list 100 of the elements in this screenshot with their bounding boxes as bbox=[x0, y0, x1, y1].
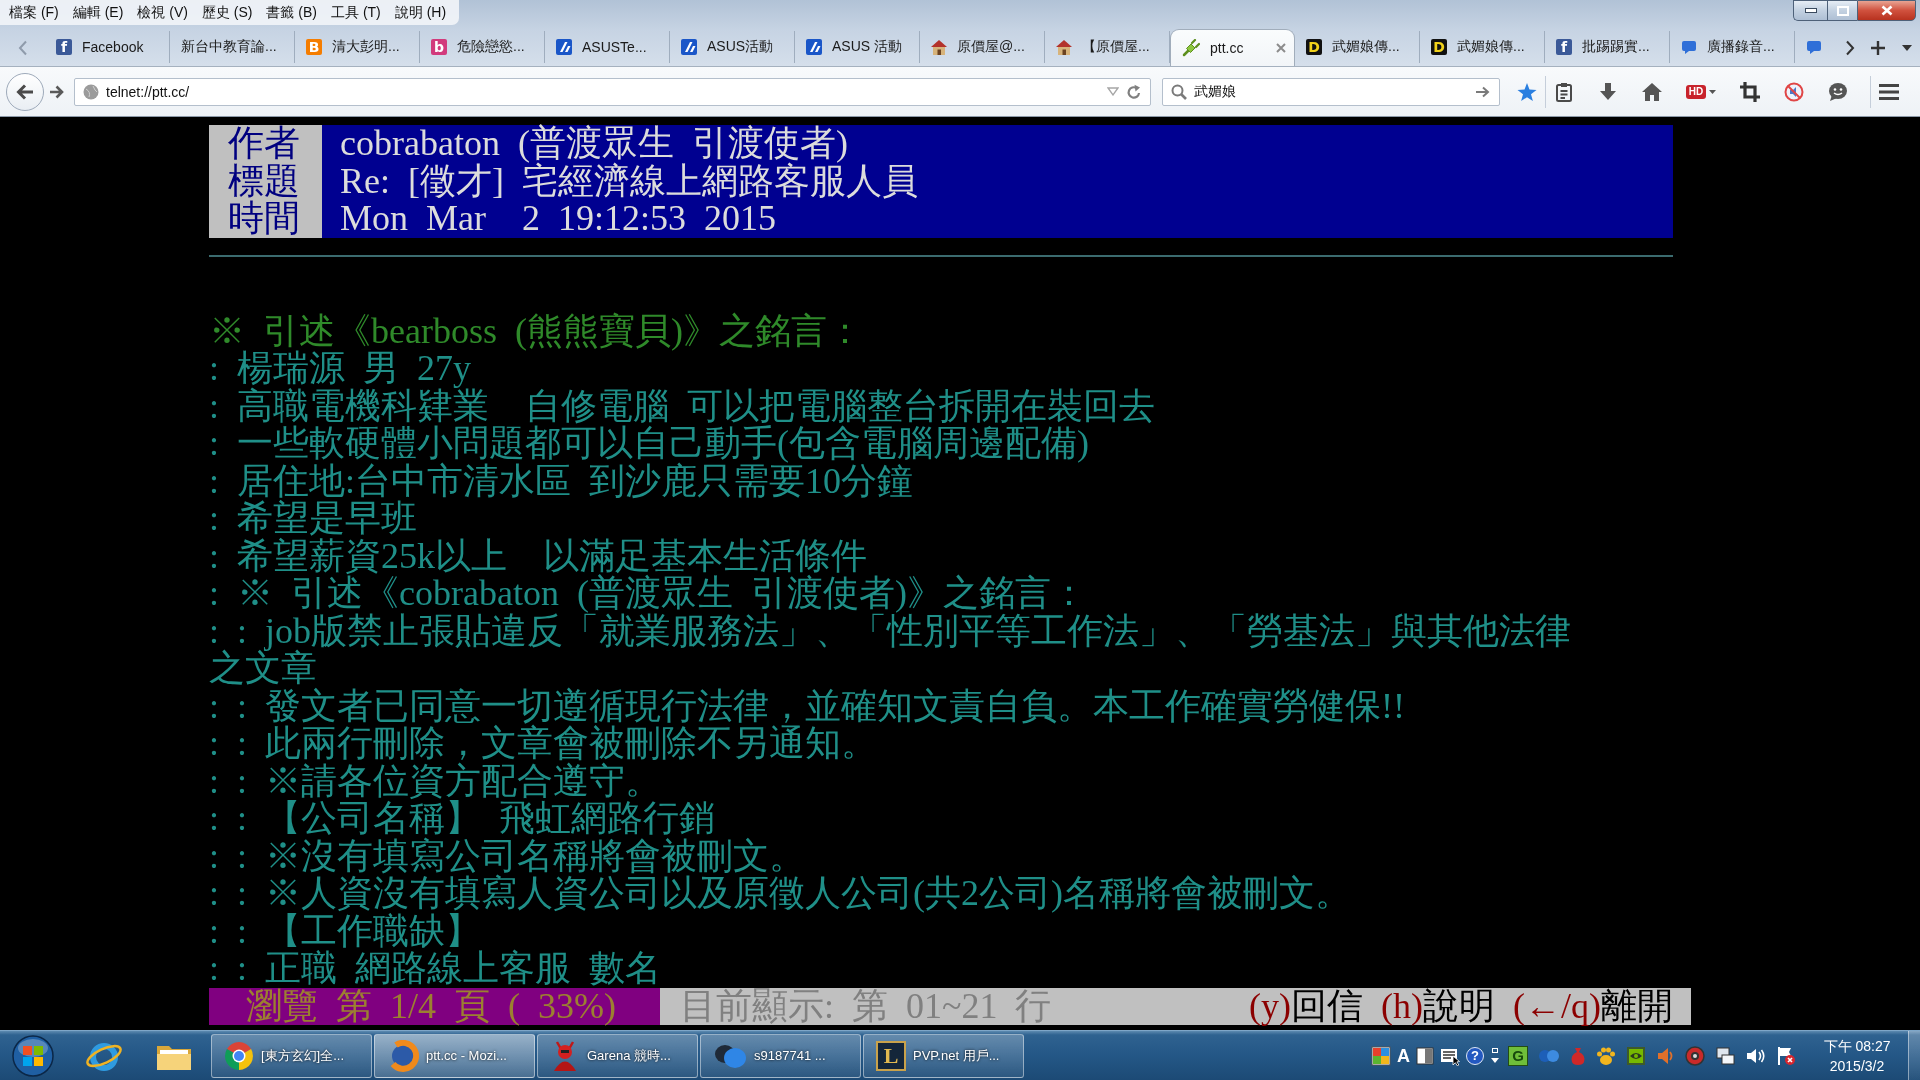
close-icon[interactable] bbox=[1276, 43, 1286, 53]
article-line: : : 發文者已同意一切遵循現行法律，並確知文責自負。本工作確實勞健保!! bbox=[209, 687, 1405, 725]
menu-item[interactable]: 說明 (H) bbox=[387, 3, 454, 22]
plug-icon bbox=[1182, 39, 1200, 57]
minimize-button[interactable] bbox=[1793, 0, 1827, 21]
browser-tab[interactable]: 原價屋@... bbox=[920, 31, 1045, 63]
menu-item[interactable]: 檢視 (V) bbox=[130, 3, 195, 22]
search-icon bbox=[1171, 83, 1187, 100]
home-icon[interactable] bbox=[1641, 81, 1663, 102]
browser-tab[interactable]: B 清大彭明... bbox=[295, 31, 420, 63]
chat-bubbles-icon bbox=[713, 1042, 747, 1069]
forward-arrow-icon[interactable] bbox=[49, 83, 65, 100]
article-line: : ※ 引述《cobrabaton (普渡眾生 引渡使者)》之銘言： bbox=[209, 575, 1087, 613]
taskbar-button[interactable]: Garena 競時... bbox=[537, 1033, 698, 1078]
eye-tile-icon[interactable] bbox=[1626, 1045, 1646, 1066]
logo-icon: f bbox=[56, 39, 72, 55]
menu-item[interactable]: 歷史 (S) bbox=[194, 3, 260, 22]
maximize-button[interactable] bbox=[1827, 0, 1857, 21]
browser-tab[interactable]: ptt.cc bbox=[1170, 29, 1295, 66]
speech-bubble-icon bbox=[1806, 39, 1822, 55]
browser-tab[interactable]: f 批踢踢實... bbox=[1545, 31, 1670, 63]
clipboard-icon[interactable] bbox=[1555, 81, 1573, 102]
flag-icon[interactable] bbox=[1776, 1045, 1796, 1066]
browser-tab[interactable]: D 武媚娘傳... bbox=[1420, 31, 1545, 63]
blocked-icon[interactable] bbox=[1784, 81, 1804, 102]
close-button[interactable] bbox=[1857, 0, 1916, 21]
page-indicator: 瀏覽 第 1/4 頁 ( 33%) bbox=[209, 987, 660, 1025]
letter-logo-icon: L bbox=[876, 1040, 906, 1071]
article-line: : 希望是早班 bbox=[209, 500, 417, 538]
taskbar-button[interactable]: [東方玄幻]全... bbox=[211, 1033, 372, 1078]
half-square-icon[interactable] bbox=[1416, 1045, 1434, 1066]
taskbar-button[interactable]: s9187741 ... bbox=[700, 1033, 861, 1078]
address-field[interactable]: telnet://ptt.cc/ bbox=[74, 77, 1151, 106]
back-button[interactable] bbox=[6, 72, 44, 111]
speaker-icon[interactable] bbox=[1656, 1045, 1674, 1066]
close-icon bbox=[1880, 5, 1893, 16]
letter-icon[interactable]: A bbox=[1397, 1045, 1410, 1066]
article-line: : 楊瑞源 男 27y bbox=[209, 350, 471, 388]
article-line: : 一些軟硬體小問題都可以自己動手(包含電腦周邊配備) bbox=[209, 425, 1089, 463]
logo-icon: f bbox=[1556, 39, 1572, 55]
article-line: : : 正職 網路線上客服 數名 bbox=[209, 950, 661, 988]
options-icon[interactable] bbox=[1490, 1046, 1500, 1065]
ring-icon[interactable] bbox=[1684, 1044, 1706, 1067]
article-line: : : ※請各位資方配合遵守。 bbox=[209, 762, 661, 800]
header-value: Re: [徵才] 宅經濟線上網路客服人員 bbox=[340, 162, 918, 200]
hd-badge[interactable]: HD bbox=[1685, 84, 1707, 99]
header-label: 作者 bbox=[209, 125, 322, 163]
taskbar-button[interactable]: L PVP.net 用戶... bbox=[863, 1033, 1024, 1078]
search-field[interactable]: 武媚娘 bbox=[1162, 77, 1500, 106]
network-icon[interactable] bbox=[1716, 1045, 1736, 1066]
minimize-icon bbox=[1804, 8, 1817, 13]
article-line: : 希望薪資25k以上 以滿足基本生活條件 bbox=[209, 537, 867, 575]
browser-tab[interactable]: ASUSTe... bbox=[545, 31, 670, 63]
browser-tab[interactable]: 廣播錄音... bbox=[1670, 31, 1795, 63]
help-icon[interactable]: ? bbox=[1466, 1046, 1484, 1065]
chat-icon[interactable] bbox=[1828, 81, 1848, 102]
key-hint: (h)說明 bbox=[1381, 987, 1495, 1025]
reload-icon[interactable] bbox=[1126, 83, 1142, 100]
clock-time: 下午 08:27 bbox=[1823, 1036, 1891, 1056]
letter-tile-icon[interactable]: G bbox=[1508, 1045, 1528, 1066]
logo-icon: b bbox=[431, 39, 447, 55]
menu-item[interactable]: 工具 (T) bbox=[324, 3, 388, 22]
browser-tab[interactable]: 新台中教育論... bbox=[170, 31, 295, 63]
grid-tile-icon[interactable] bbox=[1371, 1045, 1391, 1066]
chevron-right-icon[interactable] bbox=[1845, 40, 1856, 56]
paw-icon[interactable] bbox=[1596, 1045, 1616, 1066]
clock-date: 2015/3/2 bbox=[1829, 1056, 1885, 1076]
plus-icon[interactable] bbox=[1871, 41, 1886, 55]
article-line: : : 此兩行刪除，文章會被刪除不另通知。 bbox=[209, 725, 877, 763]
speech-bubble-icon bbox=[1681, 39, 1697, 55]
browser-tab[interactable]: ASUS活動 bbox=[670, 31, 795, 63]
star-icon[interactable] bbox=[1516, 81, 1538, 102]
menu-icon[interactable] bbox=[1879, 83, 1899, 100]
header-value: Mon Mar 2 19:12:53 2015 bbox=[340, 200, 776, 238]
menu-item[interactable]: 編輯 (E) bbox=[65, 3, 131, 22]
crop-icon[interactable] bbox=[1740, 81, 1760, 102]
browser-tab[interactable]: ASUS 活動 bbox=[795, 31, 920, 63]
article-line: : 居住地:台中市清水區 到沙鹿只需要10分鐘 bbox=[209, 462, 913, 500]
header-value: cobrabaton (普渡眾生 引渡使者) bbox=[340, 125, 848, 163]
caret-icon[interactable] bbox=[1709, 89, 1717, 94]
article-line: ※ 引述《bearboss (熊熊寶貝)》之銘言： bbox=[209, 312, 863, 350]
start-orb-icon[interactable] bbox=[11, 1033, 55, 1078]
house-icon bbox=[1056, 39, 1072, 55]
menu-item[interactable]: 書籤 (B) bbox=[259, 3, 324, 22]
menu-item[interactable]: 檔案 (F) bbox=[2, 3, 66, 22]
maximize-icon bbox=[1836, 5, 1849, 16]
article-line: : : ※人資沒有填寫人資公司以及原徵人公司(共2公司)名稱將會被刪文。 bbox=[209, 875, 1351, 913]
segmented-circle-icon bbox=[224, 1040, 254, 1071]
browser-tab[interactable]: b 危險戀慾... bbox=[420, 31, 545, 63]
dots-icon[interactable] bbox=[1538, 1047, 1560, 1064]
show-desktop-button[interactable] bbox=[1908, 1031, 1920, 1080]
caret-icon[interactable] bbox=[1901, 45, 1912, 51]
browser-tab[interactable]: D 武媚娘傳... bbox=[1295, 31, 1420, 63]
browser-tab[interactable]: f Facebook bbox=[45, 31, 170, 63]
logo-icon: D bbox=[1431, 39, 1447, 55]
key-hint: (←/q)離開 bbox=[1513, 987, 1673, 1025]
line-range: 目前顯示: 第 01~21 行 bbox=[680, 987, 1052, 1025]
article-line: : : job版禁止張貼違反「就業服務法」、「性別平等工作法」、「勞基法」與其他法律 bbox=[209, 612, 1571, 650]
download-icon[interactable] bbox=[1599, 82, 1617, 101]
header-label: 標題 bbox=[209, 162, 322, 200]
